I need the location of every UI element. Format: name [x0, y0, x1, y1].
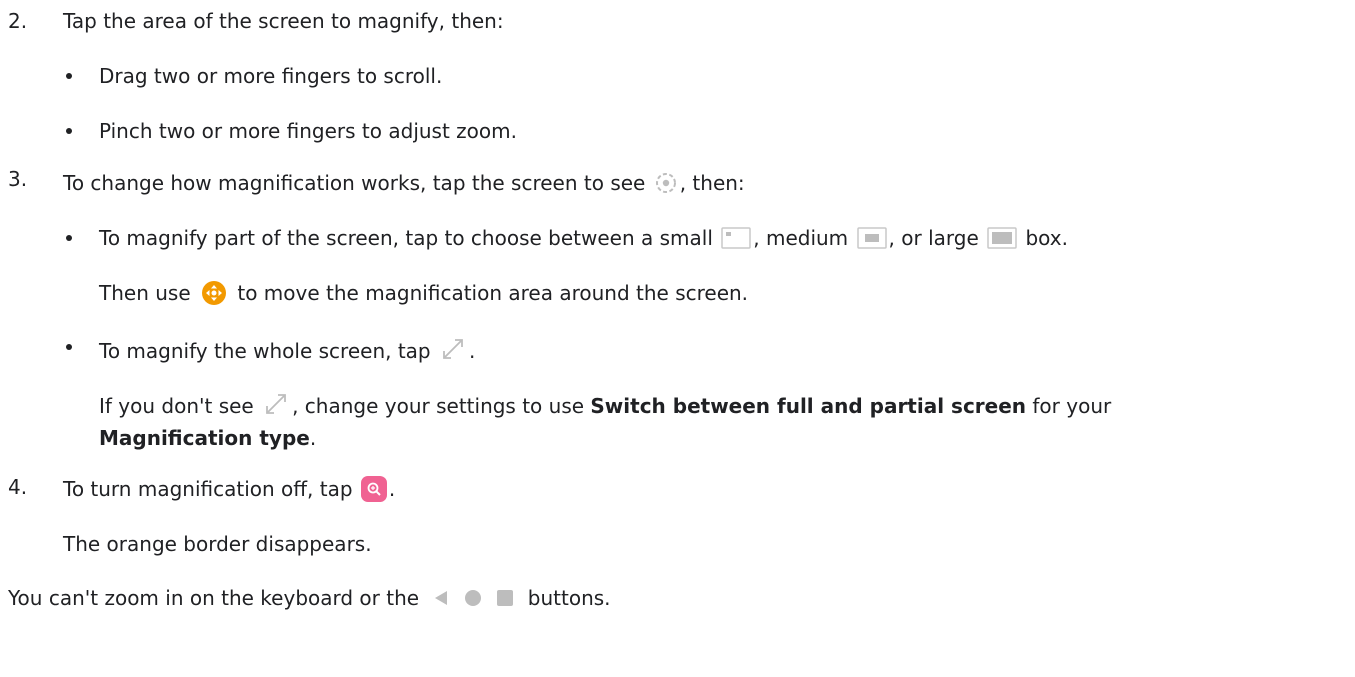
back-triangle-icon	[431, 588, 451, 608]
home-circle-icon	[463, 588, 483, 608]
small-box-icon	[721, 227, 751, 249]
step-3-bullet-1: To magnify part of the screen, tap to ch…	[99, 226, 1068, 250]
large-box-icon	[987, 227, 1017, 249]
full-screen-expand-icon	[261, 389, 291, 419]
step-3-number: 3.	[8, 167, 28, 191]
bullet	[66, 73, 72, 79]
bullet	[66, 344, 72, 350]
magnification-off-icon	[360, 476, 387, 502]
footer-note: You can't zoom in on the keyboard or the…	[8, 586, 611, 610]
bullet	[66, 235, 72, 241]
step-3-paragraph-2: If you don't see , change your settings …	[99, 389, 1111, 419]
full-screen-expand-icon	[438, 334, 468, 364]
step-3-bullet-2: To magnify the whole screen, tap .	[99, 334, 475, 364]
step-4-text: To turn magnification off, tap .	[63, 476, 396, 502]
move-magnification-icon	[201, 280, 227, 306]
step-2-bullet-1: Drag two or more fingers to scroll.	[99, 64, 443, 88]
step-2-bullet-2: Pinch two or more fingers to adjust zoom…	[99, 119, 517, 143]
step-4-number: 4.	[8, 475, 28, 499]
step-4-paragraph-1: The orange border disappears.	[63, 532, 372, 556]
step-3-paragraph-2-continued: Magnification type.	[99, 426, 317, 450]
bullet	[66, 128, 72, 134]
step-2-number: 2.	[8, 9, 28, 33]
step-3-paragraph-1: Then use to move the magnification area …	[99, 280, 749, 306]
magnification-settings-gear-icon	[653, 170, 679, 196]
recents-square-icon	[495, 588, 515, 608]
medium-box-icon	[856, 227, 887, 249]
step-3-text: To change how magnification works, tap t…	[63, 170, 745, 196]
step-2-text: Tap the area of the screen to magnify, t…	[63, 9, 504, 33]
